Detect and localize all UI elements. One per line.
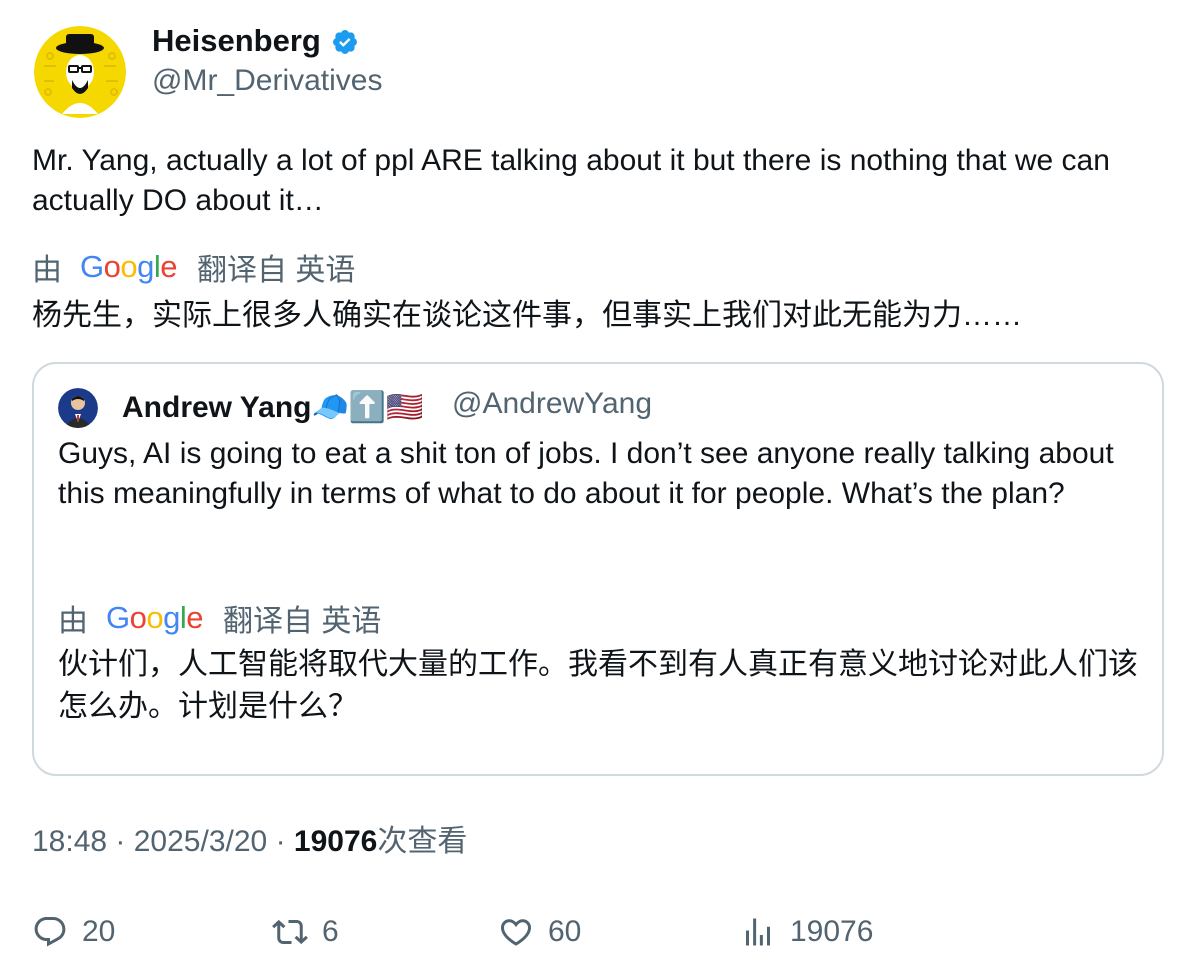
- views-count: 19076: [293, 825, 378, 858]
- quoted-translation-attribution: 由 Google 翻译自 英语: [58, 598, 381, 638]
- tweet-detail: Heisenberg @Mr_Derivatives Mr. Yang, act…: [0, 0, 1196, 976]
- quoted-tweet-text: Guys, AI is going to eat a shit ton of j…: [58, 437, 1114, 510]
- google-logo-icon[interactable]: Google: [106, 600, 204, 636]
- retweet-count: 6: [322, 915, 339, 948]
- quoted-tweet-card[interactable]: Andrew Yang🧢⬆️🇺🇸 @AndrewYang Guys, AI is…: [32, 362, 1164, 776]
- translated-tweet-text: 杨先生，实际上很多人确实在谈论这件事，但事实上我们对此无能为力……: [32, 299, 1022, 332]
- translation-from-label: 翻译自 英语: [197, 254, 356, 287]
- reply-count: 20: [82, 915, 116, 948]
- retweet-icon: [272, 919, 308, 945]
- author-avatar[interactable]: [34, 26, 126, 118]
- heart-icon: [500, 919, 532, 946]
- analytics-icon: [746, 918, 770, 946]
- author-handle[interactable]: @Mr_Derivatives: [152, 62, 383, 100]
- quoted-translation-from-label: 翻译自 英语: [223, 605, 382, 638]
- meta-separator: ·: [115, 825, 134, 858]
- quoted-display-name: Andrew Yang🧢⬆️🇺🇸: [122, 391, 424, 424]
- tweet-meta: 18:48 · 2025/3/20 · 19076次查看: [32, 822, 467, 862]
- like-count: 60: [548, 915, 582, 948]
- tweet-time[interactable]: 18:48: [32, 825, 107, 858]
- quoted-author-avatar[interactable]: [58, 388, 98, 428]
- quoted-translation-by-label: 由: [58, 605, 88, 638]
- author-display-name[interactable]: Heisenberg: [152, 22, 359, 60]
- heisenberg-avatar-icon: [34, 26, 126, 118]
- andrew-yang-avatar-icon: [58, 388, 98, 428]
- meta-separator: ·: [275, 825, 294, 858]
- translation-attribution: 由 Google 翻译自 英语: [32, 247, 355, 287]
- views-button[interactable]: 19076: [740, 910, 873, 954]
- verified-badge-icon: [331, 27, 359, 55]
- reply-icon: [34, 917, 66, 947]
- quoted-handle: @AndrewYang: [452, 387, 653, 420]
- views-label: 次查看: [377, 825, 468, 858]
- quoted-translated-text: 伙计们，人工智能将取代大量的工作。我看不到有人真正有意义地讨论对此人们该怎么办。…: [58, 648, 1138, 723]
- display-name-text: Heisenberg: [152, 23, 321, 58]
- retweet-button[interactable]: 6: [272, 910, 339, 954]
- tweet-date[interactable]: 2025/3/20: [134, 825, 267, 858]
- reply-button[interactable]: 20: [32, 910, 115, 954]
- tweet-text: Mr. Yang, actually a lot of ppl ARE talk…: [32, 144, 1110, 217]
- views-action-count: 19076: [790, 915, 874, 948]
- google-logo-icon[interactable]: Google: [80, 249, 178, 285]
- translation-by-label: 由: [32, 254, 62, 287]
- like-button[interactable]: 60: [498, 910, 581, 954]
